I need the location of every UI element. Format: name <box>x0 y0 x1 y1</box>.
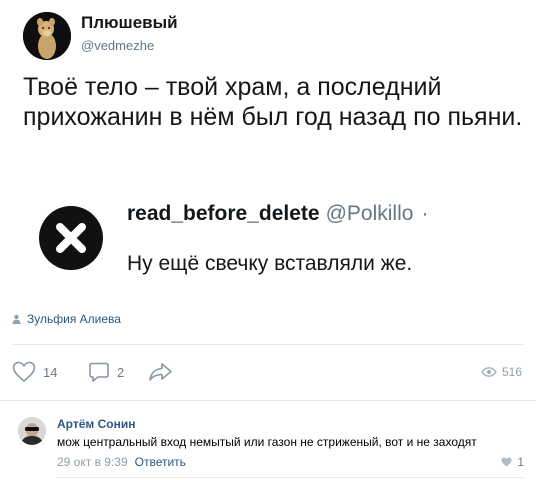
divider <box>57 477 524 478</box>
action-bar: 14 2 516 <box>12 358 524 386</box>
eye-icon <box>481 367 497 377</box>
quoted-author-handle: @Polkillo <box>325 202 414 225</box>
comment-button[interactable]: 2 <box>88 358 124 386</box>
comment-meta: 29 окт в 9:39 Ответить <box>57 455 186 469</box>
like-count: 14 <box>43 364 58 380</box>
comment-author-name[interactable]: Артём Сонин <box>57 417 135 431</box>
share-arrow-icon <box>149 363 172 381</box>
comment-like-count: 1 <box>517 455 524 469</box>
commenter-photo <box>18 417 46 445</box>
comment-icon <box>89 362 109 382</box>
quoted-separator-dot: · <box>421 202 429 225</box>
like-button[interactable]: 14 <box>12 358 57 386</box>
views-count: 516 <box>501 365 522 379</box>
reply-button[interactable]: Ответить <box>135 455 186 469</box>
divider <box>0 400 536 401</box>
quoted-text: Ну ещё свечку вставляли же. <box>127 252 413 275</box>
comment-like-button[interactable]: 1 <box>501 455 524 469</box>
comment-date[interactable]: 29 окт в 9:39 <box>57 455 128 469</box>
divider <box>12 344 524 345</box>
comment-count: 2 <box>117 364 125 380</box>
author-credit-name[interactable]: Зульфия Алиева <box>27 312 121 326</box>
avatar[interactable] <box>18 417 46 445</box>
author-handle[interactable]: @vedmezhe <box>81 38 154 53</box>
plush-toy-avatar-image <box>23 12 71 60</box>
person-icon <box>12 314 21 324</box>
author-credit[interactable]: Зульфия Алиева <box>12 312 121 326</box>
x-circle-icon <box>38 205 104 271</box>
views-counter: 516 <box>481 358 522 386</box>
avatar[interactable] <box>23 12 71 60</box>
share-button[interactable] <box>148 358 174 386</box>
post-text: Твоё тело – твой храм, а последний прихо… <box>23 73 523 131</box>
comment-text: мож центральный вход немытый или газон н… <box>57 435 477 449</box>
author-name[interactable]: Плюшевый <box>81 13 178 33</box>
quoted-author-name: read_before_delete <box>127 202 320 225</box>
heart-icon <box>501 457 512 467</box>
post-card: Плюшевый @vedmezhe Твоё тело – твой храм… <box>0 0 536 480</box>
heart-icon <box>12 361 36 383</box>
quoted-header: read_before_delete @Polkillo · <box>127 200 428 228</box>
